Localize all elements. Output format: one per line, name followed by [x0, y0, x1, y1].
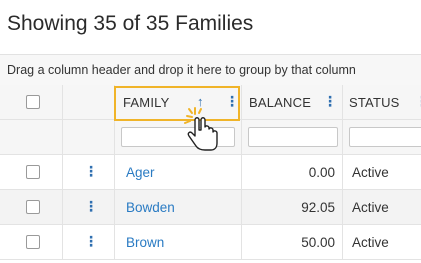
family-link[interactable]: Ager — [126, 165, 155, 180]
status-filter-input[interactable] — [349, 127, 421, 147]
status-cell: Active — [343, 190, 421, 224]
balance-cell: 50.00 — [242, 225, 343, 259]
filter-menu-cell — [63, 120, 115, 154]
balance-cell: 0.00 — [242, 155, 343, 189]
pointer-hand-icon — [184, 107, 218, 151]
status-value: Active — [352, 165, 389, 180]
table-row: ⋮ Bowden 92.05 Active — [0, 190, 421, 225]
status-cell: Active — [343, 155, 421, 189]
table-row: ⋮ Brown 50.00 Active — [0, 225, 421, 260]
column-header-status-label: STATUS — [349, 95, 400, 110]
status-value: Active — [352, 200, 389, 215]
page-title: Showing 35 of 35 Families — [7, 12, 254, 35]
row-menu-cell: ⋮ — [63, 225, 115, 259]
row-select-cell — [0, 190, 63, 224]
row-checkbox[interactable] — [26, 200, 40, 214]
row-menu-icon[interactable]: ⋮ — [84, 233, 98, 250]
filter-select-cell — [0, 120, 63, 154]
status-cell: Active — [343, 225, 421, 259]
header-select-cell — [0, 85, 63, 119]
column-menu-status-icon[interactable]: ⋮ — [415, 93, 421, 110]
row-select-cell — [0, 155, 63, 189]
row-select-cell — [0, 225, 63, 259]
row-menu-icon[interactable]: ⋮ — [84, 163, 98, 180]
group-drop-zone[interactable]: Drag a column header and drop it here to… — [0, 54, 421, 86]
row-menu-icon[interactable]: ⋮ — [84, 198, 98, 215]
header-menu-cell — [63, 85, 115, 119]
family-link[interactable]: Brown — [126, 235, 164, 250]
column-menu-family-icon[interactable]: ⋮ — [225, 93, 239, 110]
row-checkbox[interactable] — [26, 235, 40, 249]
column-header-family-label: FAMILY — [123, 95, 170, 110]
row-checkbox[interactable] — [26, 165, 40, 179]
family-cell: Bowden — [115, 190, 242, 224]
balance-cell: 92.05 — [242, 190, 343, 224]
family-cell: Brown — [115, 225, 242, 259]
family-link[interactable]: Bowden — [126, 200, 175, 215]
column-menu-balance-icon[interactable]: ⋮ — [323, 93, 337, 110]
balance-value: 92.05 — [301, 200, 335, 215]
column-header-balance[interactable]: BALANCE ⋮ — [242, 85, 343, 119]
filter-cell-status — [343, 120, 421, 154]
group-hint-text: Drag a column header and drop it here to… — [7, 63, 356, 77]
status-value: Active — [352, 235, 389, 250]
row-menu-cell: ⋮ — [63, 190, 115, 224]
balance-value: 0.00 — [308, 165, 335, 180]
table-row: ⋮ Ager 0.00 Active — [0, 155, 421, 190]
row-menu-cell: ⋮ — [63, 155, 115, 189]
column-header-balance-label: BALANCE — [249, 95, 312, 110]
filter-cell-balance — [242, 120, 343, 154]
column-header-status[interactable]: STATUS ⋮ — [343, 85, 421, 119]
select-all-checkbox[interactable] — [26, 95, 40, 109]
family-cell: Ager — [115, 155, 242, 189]
balance-filter-input[interactable] — [248, 127, 338, 147]
balance-value: 50.00 — [301, 235, 335, 250]
